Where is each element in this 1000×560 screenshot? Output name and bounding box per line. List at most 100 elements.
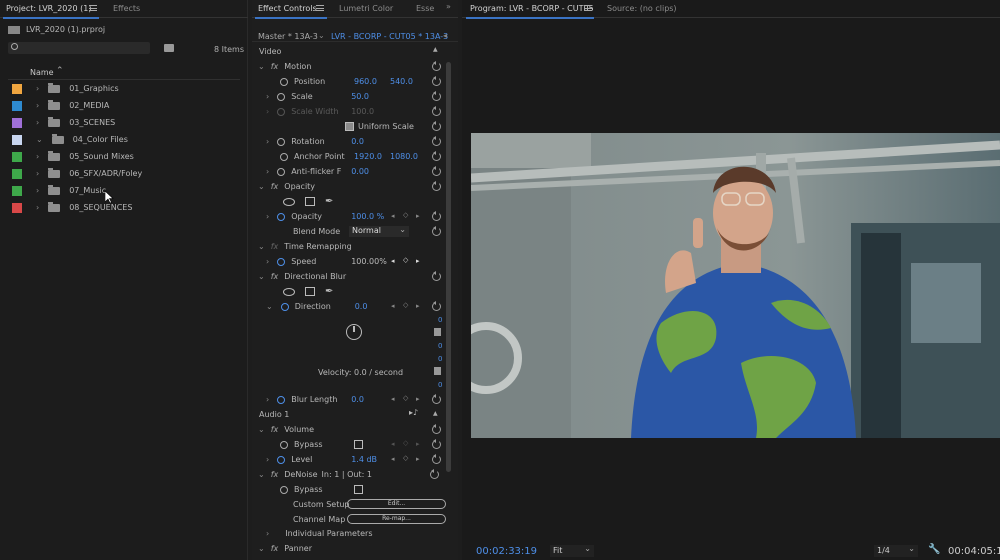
stopwatch-icon[interactable] xyxy=(277,257,286,266)
graph-icon[interactable] xyxy=(434,328,441,336)
expand-chevron-icon[interactable]: › xyxy=(266,92,269,101)
timeline-toggle-icon[interactable]: ◂ xyxy=(443,31,447,40)
collapse-section-icon[interactable]: ▲ xyxy=(433,410,438,417)
list-item[interactable]: › 06_SFX/ADR/Foley xyxy=(12,166,142,181)
graph-icon[interactable] xyxy=(434,367,441,375)
pen-mask-icon[interactable]: ✒ xyxy=(325,286,333,297)
audio-solo-icon[interactable]: ▸♪ xyxy=(409,408,418,417)
next-keyframe-icon[interactable]: ▸ xyxy=(416,212,420,220)
collapse-section-icon[interactable]: ▲ xyxy=(433,46,438,53)
add-keyframe-icon[interactable]: ◇ xyxy=(403,454,408,462)
checkbox-checked-icon[interactable] xyxy=(345,122,354,131)
stopwatch-icon[interactable] xyxy=(277,92,286,101)
collapse-chevron-icon[interactable]: ⌄ xyxy=(258,272,265,281)
direction-value[interactable]: 0.0 xyxy=(355,302,368,311)
reset-icon[interactable] xyxy=(432,226,441,236)
remap-button[interactable]: Re-map... xyxy=(347,514,446,524)
prev-keyframe-icon[interactable]: ◂ xyxy=(391,440,395,448)
blur-length-value[interactable]: 0.0 xyxy=(351,395,364,404)
denoise-effect-row[interactable]: ⌄ fx DeNoise In: 1 | Out: 1 xyxy=(258,467,372,482)
tab-effect-controls[interactable]: Effect Controls xyxy=(258,4,317,13)
expand-chevron-icon[interactable]: › xyxy=(36,152,39,161)
menu-icon[interactable] xyxy=(316,5,324,11)
column-header[interactable]: Name ⌃ xyxy=(8,66,240,80)
collapse-chevron-icon[interactable]: ⌄ xyxy=(258,425,265,434)
reset-icon[interactable] xyxy=(432,91,441,101)
reset-icon[interactable] xyxy=(432,151,441,161)
motion-effect-row[interactable]: ⌄ fx Motion xyxy=(258,59,311,74)
current-timecode[interactable]: 00:02:33:19 xyxy=(476,546,537,557)
reset-icon[interactable] xyxy=(432,121,441,131)
anchor-x-value[interactable]: 1920.0 xyxy=(354,152,390,161)
resolution-dropdown[interactable]: 1/4 ⌄ xyxy=(874,544,918,557)
reset-icon[interactable] xyxy=(432,454,441,464)
effect-controls-scrollbar[interactable] xyxy=(446,62,451,472)
more-tabs-icon[interactable]: » xyxy=(446,2,451,11)
level-value[interactable]: 1.4 dB xyxy=(351,455,377,464)
blend-mode-dropdown[interactable]: Normal ⌄ xyxy=(349,225,409,237)
time-remapping-row[interactable]: ⌄ fx Time Remapping xyxy=(258,239,352,254)
expand-chevron-icon[interactable]: › xyxy=(36,186,39,195)
reset-icon[interactable] xyxy=(432,394,441,404)
expand-chevron-icon[interactable]: › xyxy=(36,118,39,127)
expand-chevron-icon[interactable]: › xyxy=(266,137,269,146)
collapse-chevron-icon[interactable]: ⌄ xyxy=(266,302,273,311)
tab-lumetri-color[interactable]: Lumetri Color xyxy=(339,4,393,13)
stopwatch-icon[interactable] xyxy=(280,152,288,161)
master-clip-label[interactable]: Master * 13A-3 xyxy=(258,32,318,41)
add-keyframe-icon[interactable]: ◇ xyxy=(403,256,408,264)
stopwatch-icon[interactable] xyxy=(277,455,286,464)
add-keyframe-icon[interactable]: ◇ xyxy=(403,301,408,309)
list-item[interactable]: › 03_SCENES xyxy=(12,115,115,130)
new-bin-icon[interactable] xyxy=(164,44,174,52)
speed-value[interactable]: 100.00% xyxy=(351,257,387,266)
prev-keyframe-icon[interactable]: ◂ xyxy=(391,212,395,220)
pen-mask-icon[interactable]: ✒ xyxy=(325,196,333,207)
ellipse-mask-icon[interactable] xyxy=(283,197,295,206)
next-keyframe-icon[interactable]: ▸ xyxy=(416,395,420,403)
tab-effects[interactable]: Effects xyxy=(113,4,140,13)
reset-icon[interactable] xyxy=(432,106,441,116)
uniform-scale-checkbox[interactable]: Uniform Scale xyxy=(345,119,414,134)
anchor-y-value[interactable]: 1080.0 xyxy=(390,152,418,161)
expand-chevron-icon[interactable]: › xyxy=(266,529,269,538)
panner-effect-row[interactable]: ⌄ fx Panner xyxy=(258,541,312,556)
expand-chevron-icon[interactable]: › xyxy=(36,101,39,110)
tab-program[interactable]: Program: LVR - BCORP - CUT05 xyxy=(470,4,594,13)
list-item[interactable]: › 01_Graphics xyxy=(12,81,119,96)
ellipse-mask-icon[interactable] xyxy=(283,287,295,296)
opacity-value[interactable]: 100.0 % xyxy=(351,212,384,221)
individual-parameters-row[interactable]: › Individual Parameters xyxy=(266,526,373,541)
rectangle-mask-icon[interactable] xyxy=(305,287,315,296)
settings-wrench-icon[interactable]: 🔧 xyxy=(928,544,940,555)
stopwatch-icon[interactable] xyxy=(277,212,286,221)
next-keyframe-icon[interactable]: ▸ xyxy=(416,440,420,448)
list-item[interactable]: › 02_MEDIA xyxy=(12,98,109,113)
reset-icon[interactable] xyxy=(432,301,441,311)
zoom-dropdown[interactable]: Fit ⌄ xyxy=(550,544,594,557)
expand-chevron-icon[interactable]: › xyxy=(36,84,39,93)
stopwatch-icon[interactable] xyxy=(280,440,288,449)
expand-chevron-icon[interactable]: › xyxy=(266,167,269,176)
tab-source[interactable]: Source: (no clips) xyxy=(607,4,677,13)
add-keyframe-icon[interactable]: ◇ xyxy=(403,394,408,402)
scale-value[interactable]: 50.0 xyxy=(351,92,369,101)
stopwatch-icon[interactable] xyxy=(280,302,289,311)
tab-project[interactable]: Project: LVR_2020 (1) xyxy=(6,4,91,13)
list-item[interactable]: › 08_SEQUENCES xyxy=(12,200,132,215)
reset-icon[interactable] xyxy=(432,61,441,71)
list-item[interactable]: › 07_Music xyxy=(12,183,106,198)
stopwatch-icon[interactable] xyxy=(280,77,288,86)
position-y-value[interactable]: 540.0 xyxy=(390,77,413,86)
expand-chevron-icon[interactable]: › xyxy=(36,169,39,178)
master-dropdown-icon[interactable]: ⌄ xyxy=(318,31,325,40)
search-input[interactable] xyxy=(8,42,150,54)
reset-icon[interactable] xyxy=(432,76,441,86)
collapse-chevron-icon[interactable]: ⌄ xyxy=(258,242,265,251)
expand-chevron-icon[interactable]: › xyxy=(266,455,269,464)
collapse-chevron-icon[interactable]: ⌄ xyxy=(258,182,265,191)
direction-dial[interactable] xyxy=(346,324,362,340)
prev-keyframe-icon[interactable]: ◂ xyxy=(391,395,395,403)
add-keyframe-icon[interactable]: ◇ xyxy=(403,439,408,447)
expand-chevron-icon[interactable]: › xyxy=(266,212,269,221)
